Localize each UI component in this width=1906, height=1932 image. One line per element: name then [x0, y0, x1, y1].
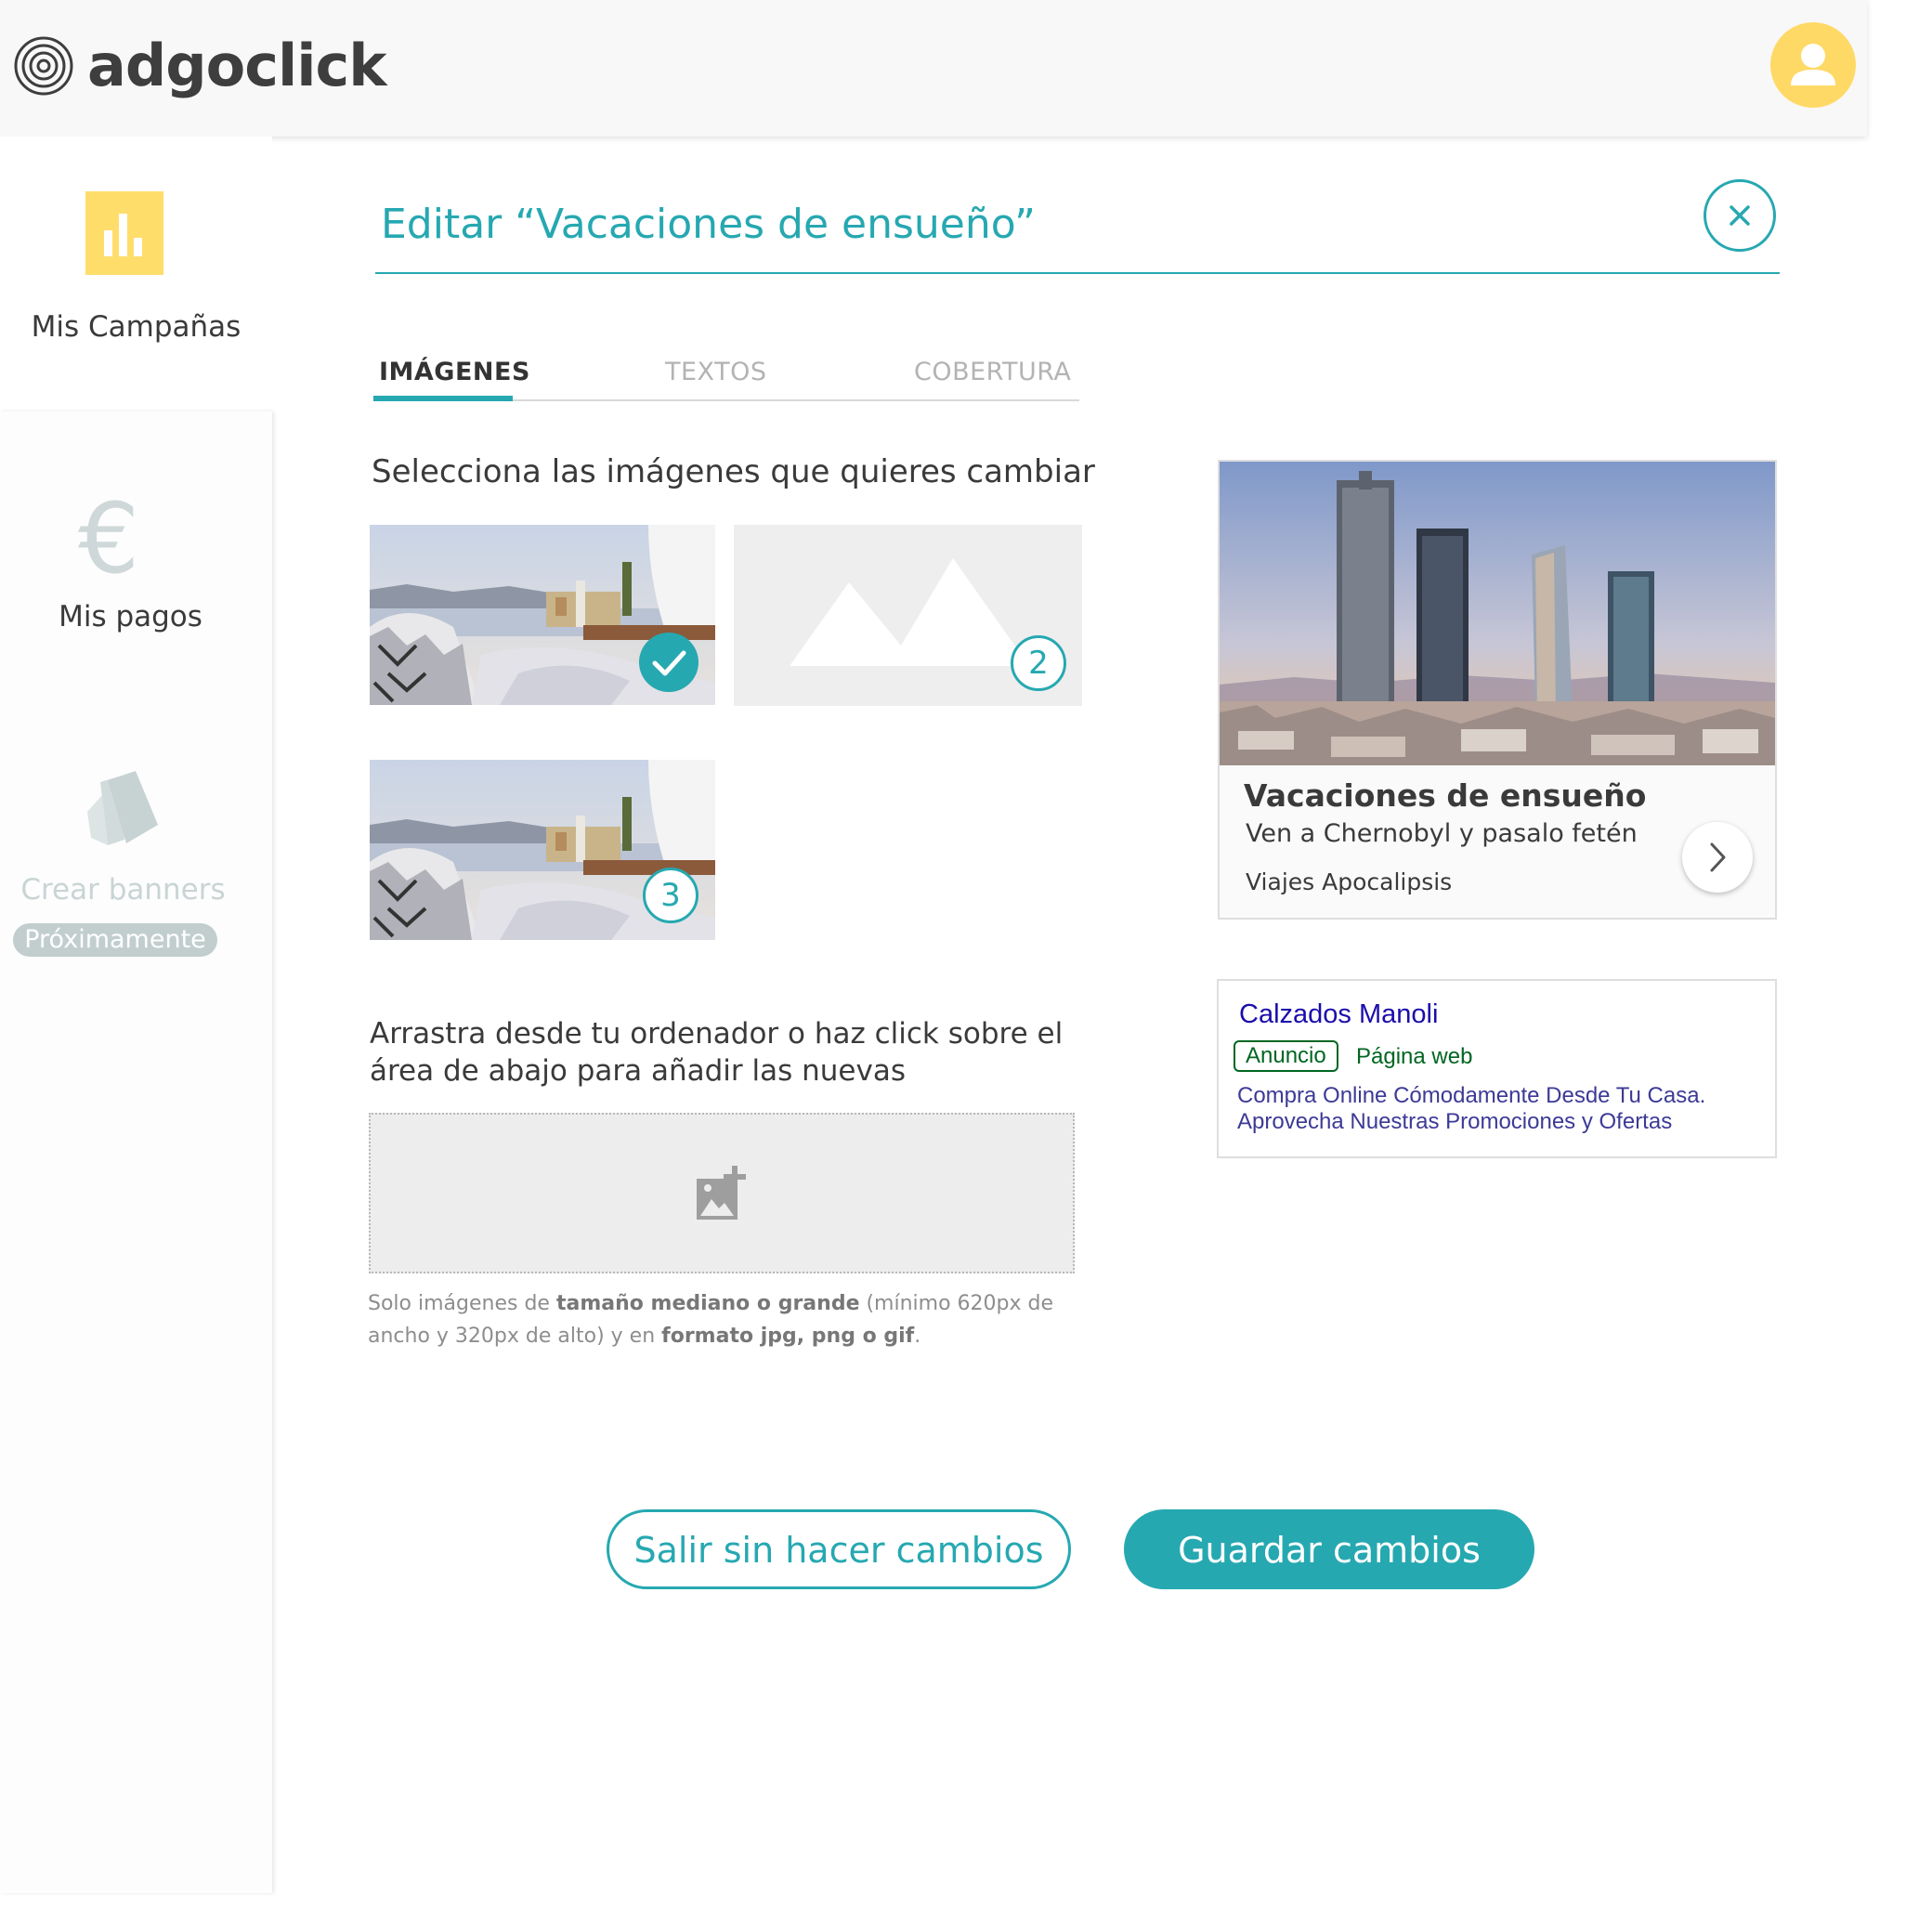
- helper-bold-size: tamaño mediano o grande: [555, 1292, 860, 1315]
- tab-cobertura[interactable]: COBERTURA: [914, 358, 1071, 386]
- sidebar-item-mis-campanas[interactable]: Mis Campañas: [0, 310, 272, 344]
- upload-instructions: Arrastra desde tu ordenador o haz click …: [370, 1017, 1064, 1088]
- logo[interactable]: adgoclick: [13, 32, 386, 99]
- image-order-badge-2[interactable]: 2: [1011, 635, 1066, 691]
- exit-without-saving-button[interactable]: Salir sin hacer cambios: [607, 1509, 1071, 1589]
- add-photo-icon: [697, 1166, 746, 1220]
- coming-soon-badge: Próximamente: [13, 923, 217, 957]
- section-heading: Selecciona las imágenes que quieres camb…: [372, 453, 1095, 490]
- active-tab-indicator: [373, 396, 513, 401]
- tab-textos[interactable]: TEXTOS: [665, 358, 766, 386]
- user-icon: [1791, 44, 1835, 85]
- app-root: adgoclick Mis Campañas € Mis pagos Crear…: [0, 0, 1906, 1932]
- color-swatch-icon: [87, 771, 158, 845]
- skyline-photo: [1220, 462, 1775, 765]
- close-button[interactable]: [1704, 179, 1776, 252]
- ad-title: Vacaciones de ensueño: [1244, 777, 1647, 814]
- concentric-circles-icon: [14, 36, 73, 96]
- bar-chart-icon[interactable]: [85, 191, 163, 275]
- search-ad-url: Página web: [1356, 1044, 1473, 1069]
- search-ad-line-1: Compra Online Cómodamente Desde Tu Casa.: [1237, 1083, 1706, 1108]
- check-icon: [652, 650, 686, 676]
- search-ad-line-2: Aprovecha Nuestras Promociones y Ofertas: [1237, 1109, 1673, 1134]
- helper-text-1: Solo imágenes de: [368, 1292, 556, 1315]
- search-ad-description: Compra Online Cómodamente Desde Tu Casa.…: [1237, 1083, 1757, 1135]
- helper-text-3: .: [914, 1325, 921, 1348]
- page-title: Editar “Vacaciones de ensueño”: [381, 201, 1036, 248]
- top-bar: adgoclick: [0, 0, 1867, 137]
- ad-description: Ven a Chernobyl y pasalo fetén: [1246, 819, 1638, 848]
- display-ad-preview: Vacaciones de ensueño Ven a Chernobyl y …: [1218, 460, 1777, 920]
- search-ad-title: Calzados Manoli: [1239, 999, 1439, 1029]
- selected-check-badge[interactable]: [639, 633, 698, 692]
- upload-helper-text: Solo imágenes de tamaño mediano o grande…: [368, 1287, 1102, 1352]
- sidebar: [0, 411, 272, 1893]
- title-divider: [375, 272, 1780, 274]
- search-ad-badge: Anuncio: [1234, 1040, 1338, 1072]
- sidebar-item-mis-pagos[interactable]: Mis pagos: [0, 600, 267, 633]
- close-icon: [1730, 205, 1750, 226]
- brand-name: adgoclick: [87, 32, 386, 99]
- helper-bold-format: formato jpg, png o gif: [661, 1325, 915, 1348]
- user-avatar[interactable]: [1770, 22, 1856, 108]
- image-order-badge-3[interactable]: 3: [643, 868, 698, 923]
- sidebar-item-crear-banners: Crear banners: [20, 873, 226, 907]
- tab-imagenes[interactable]: IMÁGENES: [379, 358, 530, 386]
- search-ad-preview: Calzados Manoli Anuncio Página web Compr…: [1217, 979, 1777, 1158]
- save-changes-button[interactable]: Guardar cambios: [1124, 1509, 1534, 1589]
- euro-icon[interactable]: €: [78, 483, 139, 594]
- ad-arrow-button[interactable]: [1682, 822, 1753, 893]
- ad-advertiser: Viajes Apocalipsis: [1246, 868, 1453, 895]
- chevron-right-icon: [1710, 842, 1726, 872]
